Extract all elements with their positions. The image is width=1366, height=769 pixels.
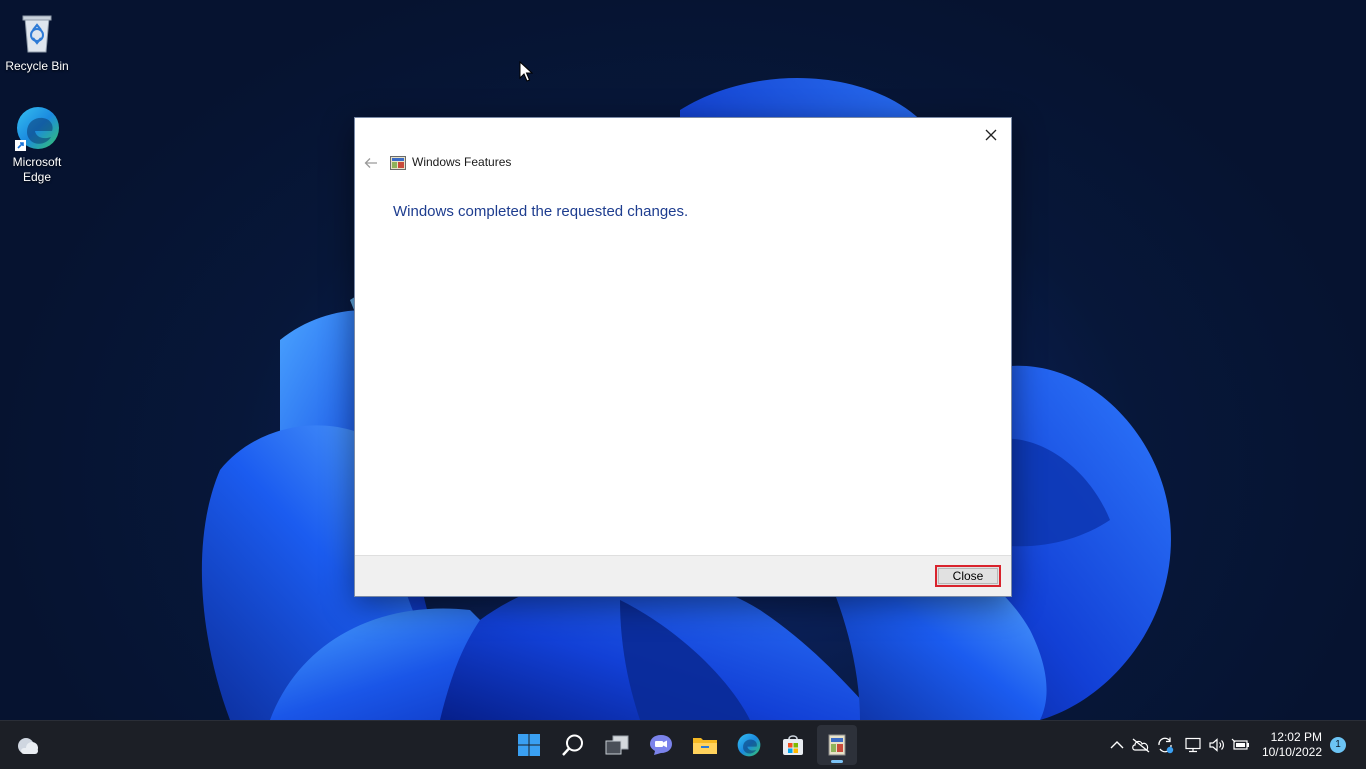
desktop-icon-label: Microsoft Edge xyxy=(12,155,62,184)
taskbar-task-view[interactable] xyxy=(597,725,637,765)
windows-features-dialog: Windows Features Windows completed the r… xyxy=(354,117,1012,597)
tray-sync[interactable] xyxy=(1155,735,1175,755)
windows-features-icon xyxy=(390,156,406,170)
sync-icon xyxy=(1158,737,1174,754)
tray-volume[interactable] xyxy=(1207,735,1227,755)
close-icon xyxy=(985,129,997,141)
tray-battery[interactable] xyxy=(1231,735,1251,755)
chat-icon xyxy=(650,735,672,755)
windows-features-icon xyxy=(828,734,846,756)
taskbar-file-explorer[interactable] xyxy=(685,725,725,765)
taskbar: 12:02 PM 10/10/2022 1 xyxy=(0,720,1366,769)
taskbar-clock[interactable]: 12:02 PM 10/10/2022 xyxy=(1262,730,1322,760)
store-icon xyxy=(783,735,803,755)
weather-icon xyxy=(18,738,38,754)
network-icon xyxy=(1185,737,1201,753)
taskbar-search[interactable] xyxy=(553,725,593,765)
notification-badge[interactable]: 1 xyxy=(1330,737,1346,753)
taskbar-chat[interactable] xyxy=(641,725,681,765)
taskbar-start[interactable] xyxy=(509,725,549,765)
taskbar-edge[interactable] xyxy=(729,725,769,765)
desktop: Recycle Bin Microsoft Edge Windows Featu… xyxy=(0,0,1366,720)
search-icon xyxy=(562,734,583,756)
task-view-icon xyxy=(605,735,629,755)
dialog-footer: Close xyxy=(355,555,1011,596)
taskbar-weather[interactable] xyxy=(8,725,48,765)
tray-onedrive[interactable] xyxy=(1131,735,1151,755)
back-button[interactable] xyxy=(361,154,381,172)
edge-icon xyxy=(737,733,761,757)
desktop-icon-microsoft-edge[interactable]: Microsoft Edge xyxy=(2,104,72,185)
chevron-up-icon xyxy=(1110,741,1124,749)
windows-start-icon xyxy=(518,734,540,756)
battery-icon xyxy=(1231,738,1249,750)
clock-date: 10/10/2022 xyxy=(1261,745,1322,759)
completion-message: Windows completed the requested changes. xyxy=(393,203,689,220)
clock-time: 12:02 PM xyxy=(1270,730,1322,744)
active-app-indicator xyxy=(831,760,843,763)
back-arrow-icon xyxy=(364,158,377,168)
taskbar-store[interactable] xyxy=(773,725,813,765)
tray-show-hidden[interactable] xyxy=(1107,735,1127,755)
tray-network[interactable] xyxy=(1183,735,1203,755)
recycle-bin-icon xyxy=(22,15,52,53)
mouse-pointer-icon xyxy=(519,61,533,82)
cloud-offline-icon xyxy=(1132,738,1150,753)
dialog-close-x-button[interactable] xyxy=(977,122,1005,148)
volume-icon xyxy=(1209,738,1224,752)
folder-icon xyxy=(693,738,717,754)
taskbar-windows-features[interactable] xyxy=(817,725,857,765)
desktop-icon-recycle-bin[interactable]: Recycle Bin xyxy=(2,8,72,74)
edge-icon xyxy=(15,107,59,151)
close-button[interactable]: Close xyxy=(935,565,1001,587)
dialog-title: Windows Features xyxy=(412,155,512,169)
desktop-icon-label: Recycle Bin xyxy=(5,59,69,73)
